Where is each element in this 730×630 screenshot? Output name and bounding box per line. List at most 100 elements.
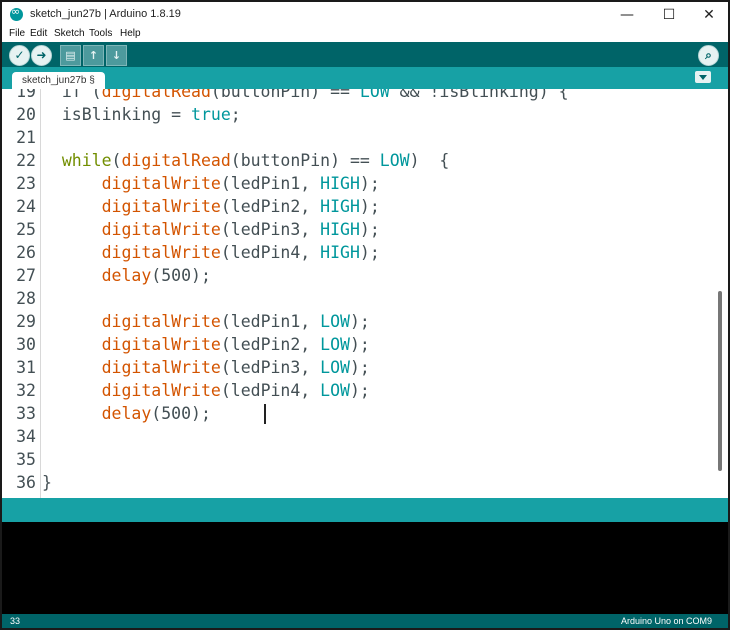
line-number: 32	[16, 381, 36, 400]
code-token: );	[359, 220, 380, 239]
code-token: while	[61, 151, 112, 170]
line-number: 30	[16, 335, 36, 354]
code-token: LOW	[320, 335, 350, 354]
arduino-ide-window: sketch_jun27b | Arduino 1.8.19 — ☐ ✕ Fil…	[0, 0, 730, 630]
arrow-up-icon: ↑	[88, 49, 99, 62]
code-token: (500);	[151, 266, 211, 285]
line-number: 29	[16, 312, 36, 331]
code-token: (ledPin2,	[220, 197, 321, 216]
code-line: 20 isBlinking = true;	[2, 103, 712, 126]
code-token: true	[191, 105, 231, 124]
new-button[interactable]: ▤	[60, 45, 81, 66]
tab-bar: sketch_jun27b §	[2, 67, 728, 89]
line-number: 19	[16, 89, 36, 101]
line-number: 22	[16, 151, 36, 170]
line-number: 31	[16, 358, 36, 377]
line-number: 25	[16, 220, 36, 239]
menu-tools[interactable]: Tools	[89, 28, 112, 39]
window-title: sketch_jun27b | Arduino 1.8.19	[30, 8, 181, 20]
code-line: 35	[2, 448, 712, 471]
code-token: LOW	[320, 312, 350, 331]
code-line: 26 digitalWrite(ledPin4, HIGH);	[2, 241, 712, 264]
code-token: digitalRead	[101, 89, 211, 101]
code-token: if (	[42, 89, 102, 101]
code-token: digitalWrite	[101, 381, 221, 400]
arrow-right-icon: ➜	[36, 48, 47, 62]
minimize-button[interactable]: —	[610, 4, 644, 26]
code-editor[interactable]: 19 if (digitalRead(buttonPin) == LOW && …	[2, 89, 728, 498]
code-token: HIGH	[320, 243, 360, 262]
upload-button[interactable]: ➜	[31, 45, 52, 66]
menu-file[interactable]: File	[9, 28, 25, 39]
code-token: (ledPin4,	[220, 243, 321, 262]
code-token: (ledPin1,	[220, 174, 321, 193]
code-line: 25 digitalWrite(ledPin3, HIGH);	[2, 218, 712, 241]
arrow-down-icon: ↓	[111, 49, 122, 62]
save-button[interactable]: ↓	[106, 45, 127, 66]
code-line: 24 digitalWrite(ledPin2, HIGH);	[2, 195, 712, 218]
menu-bar: File Edit Sketch Tools Help	[2, 28, 728, 42]
code-token: (ledPin3,	[220, 358, 321, 377]
code-token: }	[42, 473, 52, 492]
code-line: 27 delay(500);	[2, 264, 712, 287]
message-area	[2, 498, 728, 522]
code-token: digitalRead	[121, 151, 231, 170]
code-token: LOW	[379, 151, 410, 170]
line-number: 35	[16, 450, 36, 469]
line-number: 20	[16, 105, 36, 124]
tab-menu-button[interactable]	[695, 71, 711, 83]
board-port-indicator: Arduino Uno on COM9	[620, 616, 712, 626]
code-line: 22 while(digitalRead(buttonPin) == LOW) …	[2, 149, 712, 172]
console-output[interactable]	[2, 522, 728, 614]
serial-monitor-button[interactable]: ⌕	[698, 45, 719, 66]
code-token: );	[349, 358, 370, 377]
code-token: ;	[230, 105, 241, 124]
code-line: 34	[2, 425, 712, 448]
code-token: );	[359, 174, 380, 193]
code-token: );	[349, 312, 370, 331]
line-number: 26	[16, 243, 36, 262]
code-line: 19 if (digitalRead(buttonPin) == LOW && …	[2, 89, 712, 103]
title-bar: sketch_jun27b | Arduino 1.8.19 — ☐ ✕	[2, 2, 728, 28]
code-token: digitalWrite	[101, 335, 221, 354]
line-number: 33	[16, 404, 36, 423]
code-token: HIGH	[320, 174, 360, 193]
maximize-button[interactable]: ☐	[652, 4, 686, 26]
tab-sketch[interactable]: sketch_jun27b §	[12, 72, 105, 89]
menu-sketch[interactable]: Sketch	[54, 28, 85, 39]
code-token: digitalWrite	[101, 358, 221, 377]
arduino-logo-icon	[10, 5, 23, 21]
code-token: );	[349, 335, 370, 354]
code-token: HIGH	[320, 220, 360, 239]
code-line: 23 digitalWrite(ledPin1, HIGH);	[2, 172, 712, 195]
code-token: (ledPin3,	[220, 220, 321, 239]
code-token: digitalWrite	[101, 220, 221, 239]
code-token: && !isBlinking) {	[389, 89, 569, 101]
menu-help[interactable]: Help	[120, 28, 141, 39]
line-number: 27	[16, 266, 36, 285]
line-number: 28	[16, 289, 36, 308]
scrollbar-thumb[interactable]	[718, 291, 722, 471]
code-token: );	[359, 197, 380, 216]
code-line: 36}	[2, 471, 712, 494]
code-token: LOW	[320, 358, 350, 377]
code-token: HIGH	[320, 197, 360, 216]
line-number: 24	[16, 197, 36, 216]
verify-button[interactable]: ✓	[9, 45, 30, 66]
line-number-indicator: 33	[10, 616, 21, 626]
magnifier-icon: ⌕	[705, 48, 712, 62]
code-line: 31 digitalWrite(ledPin3, LOW);	[2, 356, 712, 379]
line-number: 36	[16, 473, 36, 492]
open-button[interactable]: ↑	[83, 45, 104, 66]
menu-edit[interactable]: Edit	[30, 28, 47, 39]
code-token: (ledPin4,	[220, 381, 321, 400]
close-button[interactable]: ✕	[692, 4, 726, 26]
code-token: );	[359, 243, 380, 262]
